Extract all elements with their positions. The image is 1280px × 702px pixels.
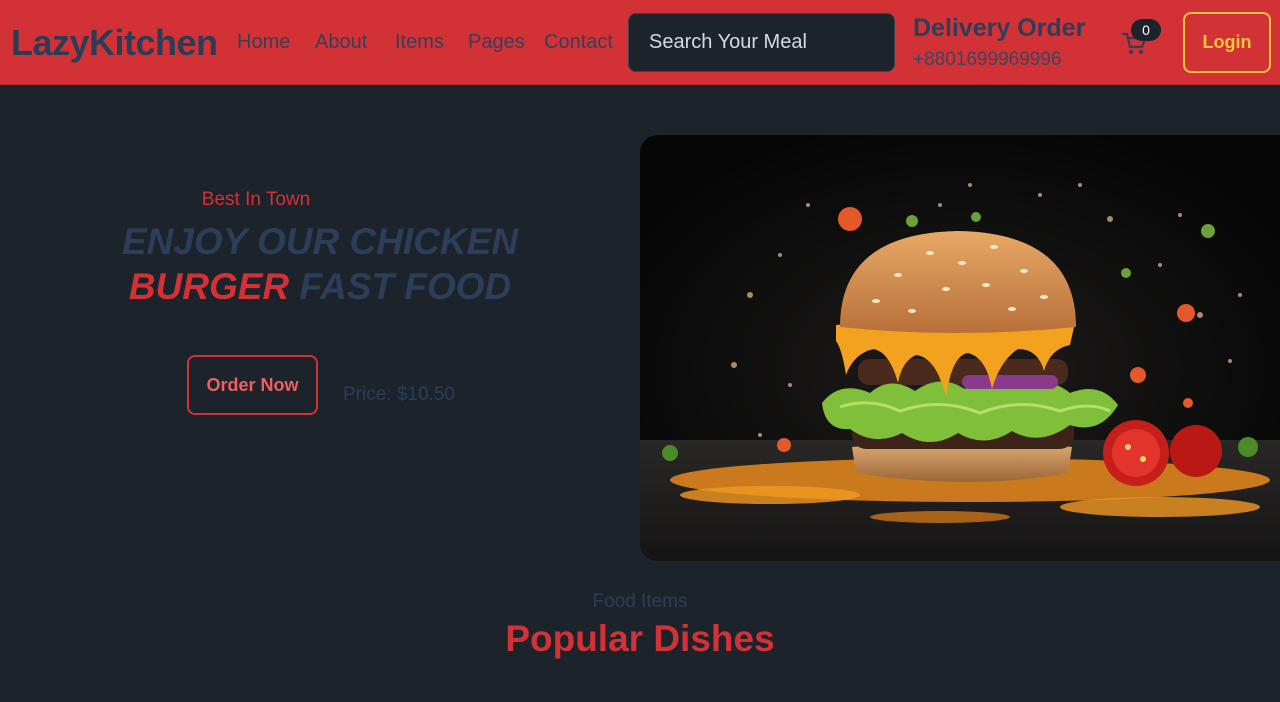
hero-title-accent: BURGER: [128, 266, 290, 307]
delivery-phone: +8801699969996: [913, 49, 1062, 70]
section-title: Popular Dishes: [505, 618, 775, 659]
hero-title-line1: ENJOY OUR CHICKEN: [121, 221, 519, 262]
cart-count-badge: 0: [1131, 19, 1161, 41]
brand-logo[interactable]: LazyKitchen: [11, 22, 218, 64]
nav-link-contact[interactable]: Contact: [544, 31, 613, 54]
login-button[interactable]: Login: [1183, 12, 1271, 73]
burger-hero-image: [640, 135, 1280, 561]
nav-link-home[interactable]: Home: [237, 31, 290, 54]
nav-link-items[interactable]: Items: [395, 31, 444, 54]
navbar: LazyKitchen Home About Items Pages Conta…: [0, 0, 1280, 85]
order-now-button[interactable]: Order Now: [187, 355, 318, 415]
hero-eyebrow: Best In Town: [201, 189, 311, 210]
nav-link-about[interactable]: About: [315, 31, 367, 54]
hero-title-rest: FAST FOOD: [299, 266, 512, 307]
section-eyebrow: Food Items: [592, 591, 688, 612]
delivery-order-title: Delivery Order: [913, 14, 1086, 42]
search-input[interactable]: [628, 13, 895, 72]
hero-price: Price: $10.50: [343, 384, 455, 405]
nav-link-pages[interactable]: Pages: [468, 31, 525, 54]
hero-title: ENJOY OUR CHICKEN BURGER FAST FOOD: [70, 219, 570, 309]
